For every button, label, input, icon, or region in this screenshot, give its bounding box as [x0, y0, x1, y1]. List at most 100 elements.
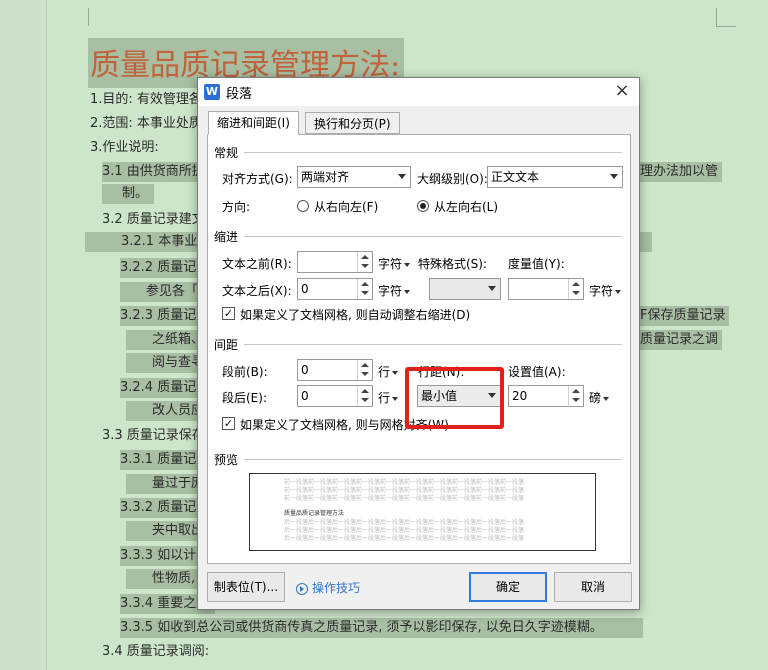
doc-line[interactable]: 制。: [102, 184, 155, 204]
tips-link[interactable]: 操作技巧: [296, 579, 360, 596]
section-preview: 预览: [214, 453, 239, 467]
separator: [244, 152, 622, 153]
caret-down-icon: [392, 396, 399, 401]
separator: [244, 344, 622, 345]
spinner-buttons[interactable]: [568, 386, 583, 406]
spin-up-icon: [572, 389, 580, 393]
doc-line[interactable]: 3.4 质量记录调阅:: [102, 642, 209, 662]
caret-down-icon: [404, 289, 411, 294]
setting-value-label: 设置值(A):: [508, 365, 566, 379]
snap-to-grid-checkbox[interactable]: ✓: [222, 417, 235, 430]
doc-line[interactable]: 3.3 质量记录保存: [102, 426, 205, 446]
space-after-label: 段后(E):: [222, 391, 267, 405]
spinner-buttons[interactable]: [357, 360, 372, 380]
doc-line[interactable]: 3.1 由供货商所提: [102, 162, 211, 182]
doc-line[interactable]: 1.目的: 有效管理各: [90, 90, 202, 110]
setting-value-unit[interactable]: 磅: [589, 389, 610, 406]
doc-line[interactable]: 质量记录之调: [640, 330, 723, 350]
space-before-unit[interactable]: 行: [378, 363, 399, 380]
ok-button[interactable]: 确定: [469, 572, 547, 602]
spin-down-icon: [361, 372, 369, 376]
tab-line-page-break[interactable]: 换行和分页(P): [305, 112, 400, 134]
doc-line[interactable]: 2.范围: 本事业处质: [90, 114, 202, 134]
ltr-label[interactable]: 从左向右(L): [434, 198, 498, 215]
tab-indent-spacing[interactable]: 缩进和间距(I): [208, 111, 299, 135]
highlight-annotation-box: [405, 367, 504, 429]
outline-level-label: 大纲级别(O):: [417, 172, 488, 186]
setting-value-input[interactable]: 20: [508, 385, 584, 407]
spin-down-icon: [572, 398, 580, 402]
doc-line[interactable]: 理办法加以管: [640, 162, 723, 182]
measure-input[interactable]: [508, 278, 584, 300]
alignment-select[interactable]: 两端对齐: [297, 166, 411, 188]
space-after-unit[interactable]: 行: [378, 389, 399, 406]
spinner-buttons[interactable]: [568, 279, 583, 299]
spin-down-icon: [572, 291, 580, 295]
auto-right-indent-checkbox[interactable]: ✓: [222, 307, 235, 320]
preview-prev-paragraph: 前一段落前一段落前一段落前一段落前一段落前一段落前一段落前一段落前一段落前一段落: [284, 495, 525, 502]
outline-level-select[interactable]: 正文文本: [487, 166, 623, 188]
ltr-radio[interactable]: [417, 200, 429, 212]
doc-line[interactable]: F保存质量记录: [640, 306, 730, 326]
indent-after-input[interactable]: 0: [297, 278, 373, 300]
separator: [244, 459, 622, 460]
spin-up-icon: [361, 363, 369, 367]
measure-label: 度量值(Y):: [508, 257, 565, 271]
spinner-buttons[interactable]: [357, 386, 372, 406]
indent-after-unit[interactable]: 字符: [378, 282, 411, 299]
doc-line[interactable]: 3.2 质量记录建文: [102, 210, 205, 230]
doc-line[interactable]: 3.作业说明:: [90, 138, 159, 158]
section-spacing: 间距: [214, 338, 239, 352]
tab-stops-button[interactable]: 制表位(T)...: [207, 572, 285, 602]
spin-up-icon: [361, 389, 369, 393]
dialog-titlebar[interactable]: W 段落 ×: [198, 78, 639, 106]
page-corner-mark: [716, 26, 736, 27]
indent-before-unit[interactable]: 字符: [378, 255, 411, 272]
doc-line[interactable]: 3.3.5 如收到总公司或供货商传真之质量记录, 须予以影印保存, 以免日久字迹…: [120, 618, 643, 638]
page-corner-mark: [88, 8, 89, 26]
chevron-down-icon: [610, 174, 618, 179]
caret-down-icon: [404, 262, 411, 267]
rtl-label[interactable]: 从右向左(F): [314, 198, 378, 215]
spin-up-icon: [361, 282, 369, 286]
preview-sample-text: 质量品质记录管理方法: [284, 510, 345, 517]
spin-up-icon: [572, 282, 580, 286]
play-circle-icon: [296, 582, 308, 595]
direction-label: 方向:: [222, 200, 251, 214]
chevron-down-icon: [488, 286, 496, 291]
chevron-down-icon: [398, 174, 406, 179]
spinner-buttons[interactable]: [357, 252, 372, 272]
caret-down-icon: [392, 370, 399, 375]
cancel-button[interactable]: 取消: [554, 572, 632, 602]
close-icon[interactable]: ×: [611, 80, 633, 102]
doc-line[interactable]: 参见各「: [120, 282, 205, 302]
doc-line[interactable]: 性物质,: [126, 569, 202, 589]
special-format-label: 特殊格式(S):: [418, 257, 488, 271]
caret-down-icon: [603, 396, 610, 401]
auto-right-indent-label[interactable]: 如果定义了文档网格, 则自动调整右缩进(D): [240, 306, 470, 323]
separator: [244, 236, 622, 237]
section-indent: 缩进: [214, 230, 239, 244]
spin-up-icon: [361, 255, 369, 259]
caret-down-icon: [615, 289, 622, 294]
special-format-select[interactable]: [429, 278, 501, 300]
alignment-label: 对齐方式(G):: [222, 172, 293, 186]
indent-after-label: 文本之后(X):: [222, 284, 292, 298]
highlight-fill: [640, 232, 652, 252]
paragraph-dialog: W 段落 × 缩进和间距(I) 换行和分页(P) 常规 对齐方式(G): 两端对…: [197, 77, 640, 610]
space-before-label: 段前(B):: [222, 365, 268, 379]
dialog-title: 段落: [226, 87, 253, 102]
spin-down-icon: [361, 264, 369, 268]
doc-line[interactable]: 3.2.1 本事业处: [85, 232, 210, 252]
spinner-buttons[interactable]: [357, 279, 372, 299]
indent-before-label: 文本之前(R):: [222, 257, 292, 271]
page-corner-mark: [716, 8, 717, 26]
section-general: 常规: [214, 146, 239, 160]
indent-before-input[interactable]: [297, 251, 373, 273]
spin-down-icon: [361, 291, 369, 295]
space-before-input[interactable]: 0: [297, 359, 373, 381]
measure-unit[interactable]: 字符: [589, 282, 622, 299]
rtl-radio[interactable]: [297, 200, 309, 212]
preview-box: 前一段落前一段落前一段落前一段落前一段落前一段落前一段落前一段落前一段落前一段落…: [249, 473, 596, 551]
space-after-input[interactable]: 0: [297, 385, 373, 407]
